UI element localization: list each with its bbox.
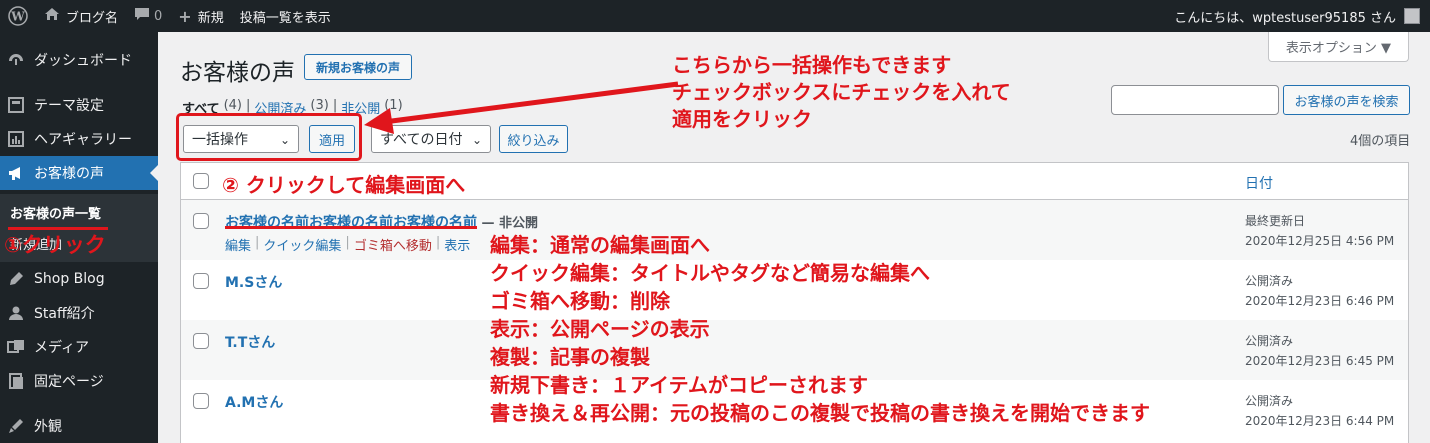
row-date: 2020年12月23日 6:44 PM xyxy=(1245,414,1395,428)
row-date: 2020年12月23日 6:46 PM xyxy=(1245,294,1395,308)
sidebar-item-customer-voice[interactable]: お客様の声 xyxy=(0,156,158,190)
step2-annotation: ② クリックして編集画面へ xyxy=(222,173,466,197)
dashboard-icon xyxy=(6,50,26,70)
search-voices-button[interactable]: お客様の声を検索 xyxy=(1283,85,1410,115)
sidebar-item-theme-settings[interactable]: テーマ設定 xyxy=(0,88,158,122)
table-row: T.Tさん 公開済み 2020年12月23日 6:45 PM xyxy=(181,320,1408,380)
row-actions: 編集 | クイック編集 | ゴミ箱へ移動 | 表示 xyxy=(225,235,471,254)
account-menu[interactable]: こんにちは、wptestuser95185 さん xyxy=(1174,0,1430,32)
media-icon xyxy=(6,337,26,357)
row-checkbox[interactable] xyxy=(193,393,209,409)
sidebar-item-dashboard[interactable]: ダッシュボード xyxy=(0,43,158,77)
row-date: 2020年12月23日 6:45 PM xyxy=(1245,354,1395,368)
comment-icon xyxy=(134,7,150,25)
row-title-link[interactable]: M.Sさん xyxy=(225,272,282,292)
wordpress-logo-icon[interactable]: W xyxy=(0,0,36,32)
comments-link[interactable]: 0 xyxy=(126,0,170,32)
action-note-view: 表示：公開ページの表示 xyxy=(490,317,710,341)
row-status: 公開済み xyxy=(1245,274,1294,288)
quick-edit-link[interactable]: クイック編集 xyxy=(263,235,341,254)
new-content-link[interactable]: + 新規 xyxy=(170,0,231,32)
view-posts-link[interactable]: 投稿一覧を表示 xyxy=(232,0,339,32)
action-note-trash: ゴミ箱へ移動：削除 xyxy=(490,289,670,313)
bulk-note-line-3: 適用をクリック xyxy=(672,107,812,131)
step1-annotation: ①クリック xyxy=(4,233,106,257)
row-state: — 非公開 xyxy=(477,216,539,231)
theme-settings-icon xyxy=(6,95,26,115)
sidebar-item-pages[interactable]: 固定ページ xyxy=(0,364,158,398)
row-status: 最終更新日 xyxy=(1245,214,1306,228)
bulk-action-highlight-box xyxy=(176,113,362,161)
title-underline xyxy=(225,226,477,229)
edit-link[interactable]: 編集 xyxy=(225,235,251,254)
row-date: 2020年12月25日 4:56 PM xyxy=(1245,234,1395,248)
home-icon xyxy=(44,7,60,25)
select-all-checkbox[interactable] xyxy=(193,173,209,189)
row-checkbox[interactable] xyxy=(193,333,209,349)
site-name-link[interactable]: ブログ名 xyxy=(36,0,126,32)
sidebar-item-gallery[interactable]: ヘアギャラリー xyxy=(0,122,158,156)
row-status: 公開済み xyxy=(1245,334,1294,348)
trash-link[interactable]: ゴミ箱へ移動 xyxy=(354,235,432,254)
action-note-rewrite-republish: 書き換え＆再公開：元の投稿のこの複製で投稿の書き換えを開始できます xyxy=(490,401,1150,425)
gallery-icon xyxy=(6,129,26,149)
row-status: 公開済み xyxy=(1245,394,1294,408)
sidebar-item-shop-blog[interactable]: Shop Blog xyxy=(0,262,158,296)
add-new-voice-button[interactable]: 新規お客様の声 xyxy=(304,54,412,80)
pin-icon xyxy=(6,269,26,289)
plus-icon: + xyxy=(178,6,192,26)
screen-options-button[interactable]: 表示オプション ▼ xyxy=(1268,32,1409,62)
appearance-icon xyxy=(6,416,26,436)
submenu-item-all-voices[interactable]: お客様の声一覧 xyxy=(10,203,101,222)
action-note-new-draft: 新規下書き：１アイテムがコピーされます xyxy=(490,373,868,397)
row-title-link[interactable]: T.Tさん xyxy=(225,332,275,352)
svg-text:W: W xyxy=(10,10,25,24)
items-count: 4個の項目 xyxy=(1350,134,1411,149)
date-column-header[interactable]: 日付 xyxy=(1245,173,1273,193)
annotation-arrow xyxy=(364,81,679,134)
admin-bar: W ブログ名 0 + 新規 投稿一覧を表示 こんにちは、wptestuser95… xyxy=(0,0,1430,32)
sidebar-item-appearance[interactable]: 外観 xyxy=(0,409,158,443)
table-row: お客様の名前お客様の名前お客様の名前 — 非公開 編集 | クイック編集 | ゴミ箱… xyxy=(181,200,1408,260)
page-icon xyxy=(6,371,26,391)
user-icon xyxy=(6,303,26,323)
megaphone-icon xyxy=(6,163,26,183)
row-title-link[interactable]: A.Mさん xyxy=(225,392,283,412)
avatar xyxy=(1404,8,1420,24)
sidebar-item-staff[interactable]: Staff紹介 xyxy=(0,296,158,330)
row-checkbox[interactable] xyxy=(193,213,209,229)
action-note-duplicate: 複製：記事の複製 xyxy=(490,345,650,369)
row-checkbox[interactable] xyxy=(193,273,209,289)
action-note-quick-edit: クイック編集：タイトルやタグなど簡易な編集へ xyxy=(490,261,930,285)
submenu-underline xyxy=(8,227,108,230)
view-link[interactable]: 表示 xyxy=(444,235,470,254)
action-note-edit: 編集：通常の編集画面へ xyxy=(490,233,710,257)
bulk-note-line-2: チェックボックスにチェックを入れて xyxy=(672,80,1011,104)
search-input[interactable] xyxy=(1111,85,1279,115)
page-title: お客様の声 xyxy=(180,60,295,86)
sidebar-item-media[interactable]: メディア xyxy=(0,330,158,364)
bulk-note-line-1: こちらから一括操作もできます xyxy=(672,53,952,77)
